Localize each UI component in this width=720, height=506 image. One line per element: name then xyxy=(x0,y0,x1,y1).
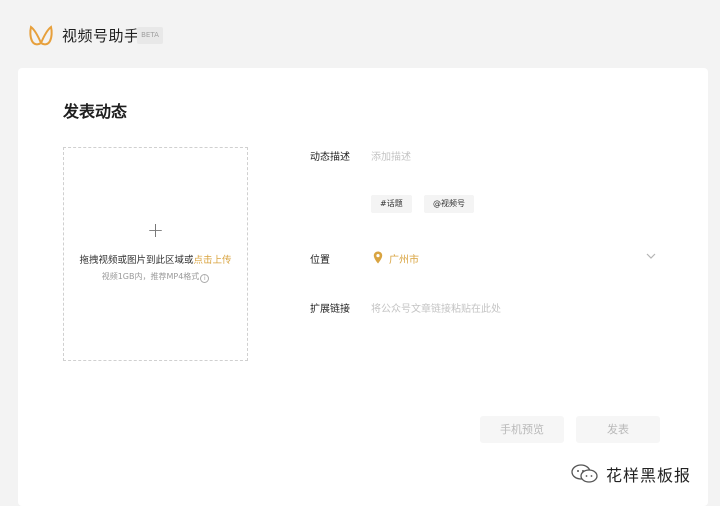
page-title: 发表动态 xyxy=(63,102,128,121)
extension-link-input[interactable]: 将公众号文章链接粘贴在此处 xyxy=(371,300,501,315)
phone-preview-button[interactable]: 手机预览 xyxy=(480,416,564,443)
upload-sub-hint: 视频1GB内，推荐MP4格式 i xyxy=(64,271,247,283)
location-label: 位置 xyxy=(310,255,330,266)
description-input[interactable]: 添加描述 xyxy=(371,148,411,163)
watermark-text: 花样黑板报 xyxy=(606,466,692,485)
location-select[interactable]: 广州市 xyxy=(389,251,419,266)
butterfly-logo-icon xyxy=(29,25,53,46)
chevron-down-icon[interactable] xyxy=(646,252,656,260)
app-title: 视频号助手 xyxy=(62,27,140,45)
upload-sub-hint-text: 视频1GB内，推荐MP4格式 xyxy=(101,272,200,281)
publish-card: 发表动态 + 拖拽视频或图片到此区域或点击上传 视频1GB内，推荐MP4格式 i … xyxy=(18,68,708,506)
publish-button[interactable]: 发表 xyxy=(576,416,660,443)
plus-icon: + xyxy=(147,218,164,242)
mention-channel-button[interactable]: @视频号 xyxy=(424,195,474,213)
wechat-icon xyxy=(571,464,598,483)
upload-hint: 拖拽视频或图片到此区域或点击上传 xyxy=(64,252,247,266)
click-upload-link[interactable]: 点击上传 xyxy=(194,255,232,266)
info-icon[interactable]: i xyxy=(200,274,210,283)
beta-badge: BETA xyxy=(137,27,163,44)
upload-dropzone[interactable]: + 拖拽视频或图片到此区域或点击上传 视频1GB内，推荐MP4格式 i xyxy=(63,147,248,361)
top-bar: 视频号助手 BETA xyxy=(0,0,720,68)
topic-tag-button[interactable]: #话题 xyxy=(371,195,412,213)
watermark: 花样黑板报 xyxy=(570,462,691,486)
extension-link-label: 扩展链接 xyxy=(310,304,350,315)
upload-hint-text: 拖拽视频或图片到此区域或 xyxy=(79,255,194,266)
location-pin-icon xyxy=(373,251,383,264)
description-label: 动态描述 xyxy=(310,152,350,163)
